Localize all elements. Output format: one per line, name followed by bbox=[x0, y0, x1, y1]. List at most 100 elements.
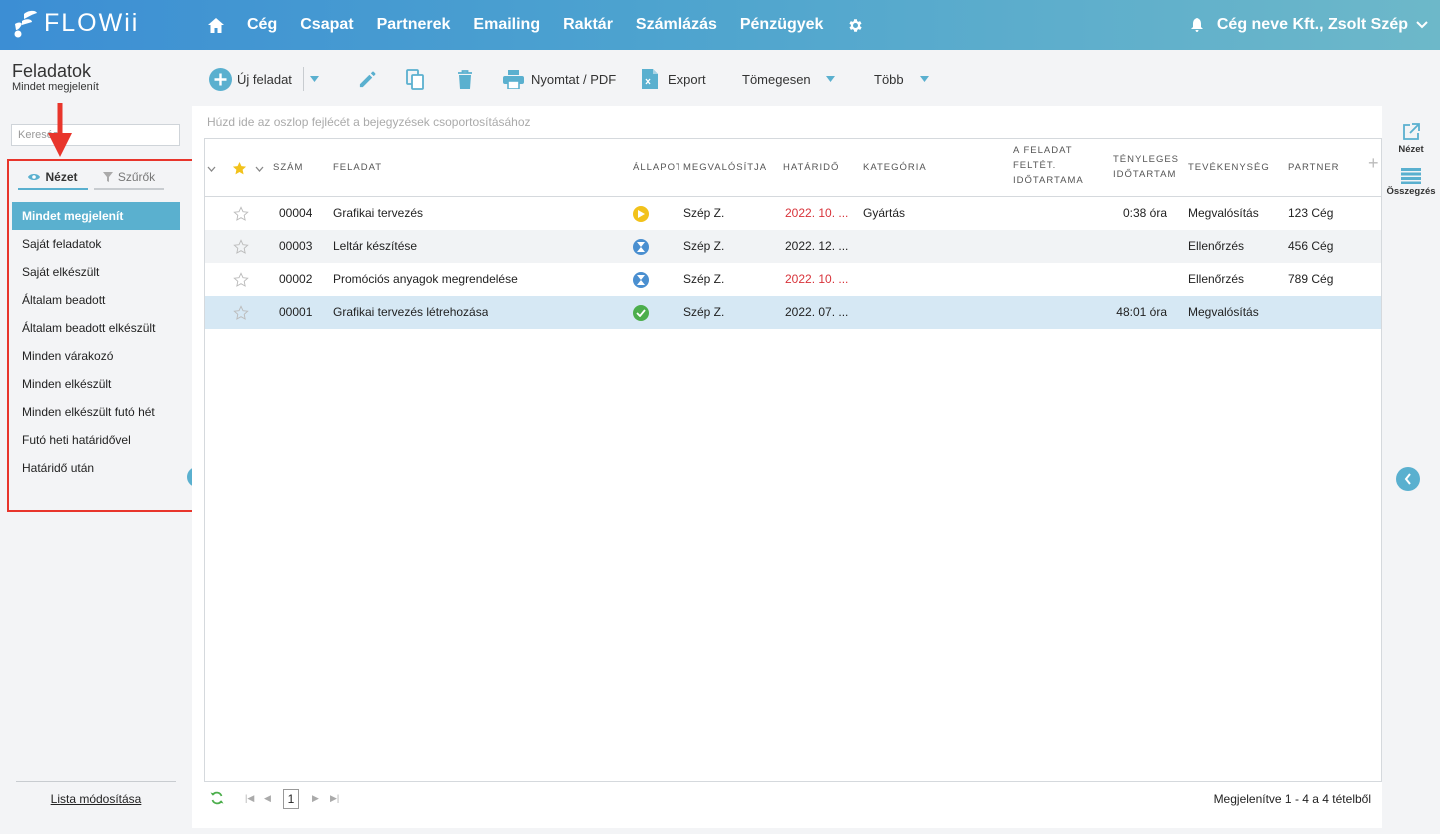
view-item-submitted-by-me-done[interactable]: Általam beadott elkészült bbox=[12, 314, 180, 342]
view-item-own-tasks[interactable]: Saját feladatok bbox=[12, 230, 180, 258]
print-pdf-button[interactable]: Nyomtat / PDF bbox=[503, 66, 616, 92]
col-header-status[interactable]: Állapot bbox=[633, 160, 679, 175]
col-header-actual-duration[interactable]: Tényleges időtartam bbox=[1113, 152, 1179, 182]
view-item-submitted-by-me[interactable]: Általam beadott bbox=[12, 286, 180, 314]
cell-number: 00001 bbox=[279, 305, 313, 319]
flowii-logo[interactable]: FLOWii bbox=[12, 9, 139, 38]
page-number-current[interactable]: 1 bbox=[283, 789, 299, 809]
nav-csapat[interactable]: Csapat bbox=[300, 16, 353, 34]
cell-task: Leltár készítése bbox=[333, 239, 418, 253]
grid-header: Szám Feladat Állapot Megvalósítja Határi… bbox=[205, 139, 1381, 197]
view-open-button[interactable]: Nézet bbox=[1382, 122, 1440, 155]
cell-actual-duration: 0:38 óra bbox=[1122, 206, 1167, 220]
delete-button[interactable] bbox=[457, 66, 473, 92]
view-item-deadline-current-week[interactable]: Futó heti határidővel bbox=[12, 426, 180, 454]
col-header-assignee[interactable]: Megvalósítja bbox=[683, 160, 767, 175]
add-column-icon[interactable]: + bbox=[1368, 153, 1379, 174]
nav-raktar[interactable]: Raktár bbox=[563, 16, 613, 34]
toolbar-separator bbox=[303, 67, 304, 91]
col-header-number[interactable]: Szám bbox=[273, 160, 303, 175]
view-item-all-done-current-week[interactable]: Minden elkészült futó hét bbox=[12, 398, 180, 426]
summary-button[interactable]: Összegzés bbox=[1382, 168, 1440, 197]
search-input[interactable] bbox=[11, 124, 180, 146]
cell-actual-duration bbox=[1085, 230, 1167, 263]
star-filled-icon[interactable] bbox=[232, 161, 247, 176]
tab-filters[interactable]: Szűrők bbox=[94, 166, 164, 190]
bell-icon[interactable] bbox=[1190, 18, 1203, 32]
col-header-est-duration[interactable]: A feladat feltét. időtartama bbox=[1013, 143, 1084, 188]
table-row[interactable]: 00004 Grafikai tervezés Szép Z. 2022. 10. .… bbox=[205, 197, 1381, 230]
nav-szamlazas[interactable]: Számlázás bbox=[636, 16, 717, 34]
cell-actual-duration bbox=[1085, 263, 1167, 296]
next-page-icon[interactable]: ▶ bbox=[312, 793, 319, 804]
pager: |◀ ◀ 1 ▶ ▶| Megjelenítve 1 - 4 a 4 tétel… bbox=[204, 788, 1382, 810]
col-header-category[interactable]: Kategória bbox=[863, 160, 927, 175]
export-label: Export bbox=[668, 71, 706, 87]
star-outline-icon[interactable] bbox=[233, 305, 249, 321]
tab-view-label: Nézet bbox=[45, 170, 78, 184]
chevron-down-icon[interactable] bbox=[207, 166, 216, 172]
cell-task: Grafikai tervezés bbox=[333, 206, 424, 220]
new-task-dropdown[interactable] bbox=[310, 66, 319, 92]
caret-down-icon bbox=[825, 76, 835, 82]
more-label: Több bbox=[874, 71, 904, 87]
table-row[interactable]: 00001 Grafikai tervezés létrehozása Szép Z… bbox=[205, 296, 1381, 329]
view-item-all-waiting[interactable]: Minden várakozó bbox=[12, 342, 180, 370]
copy-icon bbox=[406, 68, 424, 90]
col-header-partner[interactable]: Partner bbox=[1288, 160, 1340, 175]
pager-info: Megjelenítve 1 - 4 a 4 tételből bbox=[1213, 792, 1371, 806]
gear-icon[interactable] bbox=[846, 16, 864, 34]
chevron-down-icon[interactable] bbox=[255, 166, 264, 172]
group-by-hint[interactable]: Húzd ide az oszlop fejlécét a bejegyzése… bbox=[207, 115, 531, 129]
summary-label: Összegzés bbox=[1386, 186, 1436, 197]
list-modify-link[interactable]: Lista módosítása bbox=[0, 792, 192, 806]
view-item-all-done[interactable]: Minden elkészült bbox=[12, 370, 180, 398]
last-page-icon[interactable]: ▶| bbox=[330, 793, 339, 804]
export-button[interactable]: Export bbox=[642, 66, 706, 92]
star-outline-icon[interactable] bbox=[233, 272, 249, 288]
star-outline-icon[interactable] bbox=[233, 239, 249, 255]
page-subtitle: Mindet megjelenít bbox=[12, 81, 99, 93]
cell-actual-duration: 48:01 óra bbox=[1116, 305, 1167, 319]
cell-task: Promóciós anyagok megrendelése bbox=[333, 272, 518, 286]
first-page-icon[interactable]: |◀ bbox=[245, 793, 254, 804]
nav-emailing[interactable]: Emailing bbox=[473, 16, 540, 34]
col-header-deadline[interactable]: Határidő bbox=[783, 160, 839, 175]
brand-name: FLOWii bbox=[44, 9, 140, 37]
cell-activity: Megvalósítás bbox=[1188, 305, 1259, 319]
cell-deadline: 2022. 10. ... bbox=[785, 206, 849, 220]
table-row[interactable]: 00002 Promóciós anyagok megrendelése Szép … bbox=[205, 263, 1381, 296]
chevron-down-icon[interactable] bbox=[1416, 21, 1428, 29]
table-row[interactable]: 00003 Leltár készítése Szép Z. 2022. 12. ..… bbox=[205, 230, 1381, 263]
view-list: Mindet megjelenít Saját feladatok Saját … bbox=[12, 202, 180, 482]
view-item-own-done[interactable]: Saját elkészült bbox=[12, 258, 180, 286]
nav-partnerek[interactable]: Partnerek bbox=[377, 16, 451, 34]
hourglass-icon bbox=[633, 272, 649, 288]
col-header-activity[interactable]: Tevékenység bbox=[1188, 160, 1270, 175]
cell-number: 00002 bbox=[279, 272, 313, 286]
user-menu[interactable]: Cég neve Kft., Zsolt Szép bbox=[1190, 0, 1428, 50]
star-outline-icon[interactable] bbox=[233, 206, 249, 222]
edit-button[interactable] bbox=[358, 66, 377, 92]
page-title: Feladatok bbox=[12, 61, 92, 81]
col-header-task[interactable]: Feladat bbox=[333, 160, 382, 175]
col-header-est-duration-line3: időtartama bbox=[1013, 175, 1084, 186]
collapse-right-panel-button[interactable] bbox=[1396, 467, 1420, 491]
nav-penzugyek[interactable]: Pénzügyek bbox=[740, 16, 824, 34]
tab-view[interactable]: Nézet bbox=[18, 166, 88, 190]
more-dropdown[interactable]: Több bbox=[874, 66, 929, 92]
refresh-icon[interactable] bbox=[210, 791, 224, 808]
home-icon[interactable] bbox=[206, 15, 226, 35]
task-grid: Szám Feladat Állapot Megvalósítja Határi… bbox=[204, 138, 1382, 782]
nav-ceg[interactable]: Cég bbox=[247, 16, 277, 34]
col-header-actual-duration-line2: időtartam bbox=[1113, 169, 1177, 180]
cell-assignee: Szép Z. bbox=[683, 305, 725, 319]
copy-button[interactable] bbox=[406, 66, 425, 92]
new-task-button[interactable]: Új feladat bbox=[209, 66, 292, 92]
prev-page-icon[interactable]: ◀ bbox=[264, 793, 271, 804]
view-item-all[interactable]: Mindet megjelenít bbox=[12, 202, 180, 230]
view-item-after-deadline[interactable]: Határidő után bbox=[12, 454, 180, 482]
bulk-actions-dropdown[interactable]: Tömegesen bbox=[742, 66, 835, 92]
cell-activity: Ellenőrzés bbox=[1188, 272, 1245, 286]
user-name: Cég neve Kft., Zsolt Szép bbox=[1216, 16, 1408, 33]
